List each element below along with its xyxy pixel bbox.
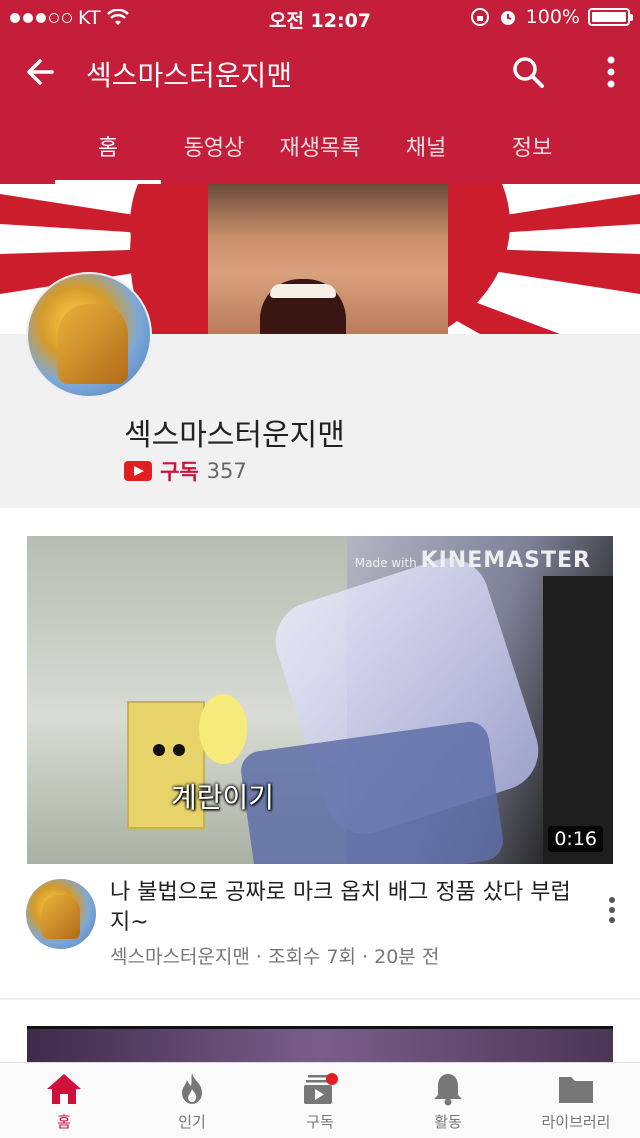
video-more-icon[interactable] bbox=[600, 892, 624, 928]
app-bar: 섹스마스터운지맨 홈 동영상 재생목록 채널 정보 bbox=[0, 36, 640, 184]
video-duration: 0:16 bbox=[548, 826, 603, 852]
back-arrow-icon[interactable] bbox=[22, 52, 62, 92]
banner-face-photo bbox=[208, 184, 448, 334]
youtube-play-icon bbox=[124, 461, 152, 481]
channel-avatar[interactable] bbox=[26, 272, 152, 398]
subscribe-button[interactable]: 구독 357 bbox=[124, 456, 247, 486]
folder-icon bbox=[559, 1077, 593, 1103]
battery-percent: 100% bbox=[525, 6, 580, 28]
more-vert-icon[interactable] bbox=[596, 52, 626, 92]
subscribe-label: 구독 bbox=[160, 460, 199, 484]
status-bar: KT 오전 12:07 100% bbox=[0, 0, 640, 36]
nav-library[interactable]: 라이브러리 bbox=[512, 1063, 640, 1138]
channel-name: 섹스마스터운지맨 bbox=[124, 418, 345, 453]
nav-trending[interactable]: 인기 bbox=[128, 1063, 256, 1138]
nav-activity-label: 활동 bbox=[434, 1113, 462, 1131]
nav-home-label: 홈 bbox=[57, 1113, 71, 1131]
subscriber-count: 357 bbox=[206, 459, 247, 483]
nav-subscriptions[interactable]: 구독 bbox=[256, 1063, 384, 1138]
search-icon[interactable] bbox=[508, 52, 548, 92]
video-title[interactable]: 나 불법으로 공짜로 마크 옵치 배그 정품 샀다 부럽지~ bbox=[110, 878, 580, 938]
nav-home[interactable]: 홈 bbox=[0, 1063, 128, 1138]
status-right: 100% bbox=[470, 6, 633, 28]
nav-activity[interactable]: 활동 bbox=[384, 1063, 512, 1138]
tab-about[interactable]: 정보 bbox=[479, 130, 585, 184]
tab-playlists[interactable]: 재생목록 bbox=[267, 130, 373, 184]
home-icon bbox=[47, 1074, 81, 1104]
bell-icon bbox=[434, 1074, 462, 1106]
nav-trending-label: 인기 bbox=[178, 1113, 206, 1131]
subscriptions-icon bbox=[304, 1073, 338, 1104]
video-thumbnail[interactable]: 계란이기 Made with KINEMASTER 0:16 bbox=[27, 536, 613, 864]
nav-library-label: 라이브러리 bbox=[541, 1113, 611, 1131]
nav-subscriptions-label: 구독 bbox=[306, 1113, 334, 1131]
page-title: 섹스마스터운지맨 bbox=[86, 59, 293, 92]
tab-videos[interactable]: 동영상 bbox=[161, 130, 267, 184]
video-meta: 섹스마스터운지맨 · 조회수 7회 · 20분 전 bbox=[110, 946, 440, 968]
tab-home[interactable]: 홈 bbox=[55, 130, 161, 184]
tab-channels[interactable]: 채널 bbox=[373, 130, 479, 184]
next-video-thumbnail[interactable] bbox=[27, 1026, 613, 1062]
battery-icon bbox=[588, 8, 633, 26]
rotation-lock-icon bbox=[470, 8, 489, 26]
bottom-navigation: 홈 인기 구독 활동 라이브러리 bbox=[0, 1062, 640, 1138]
kinemaster-watermark: Made with KINEMASTER bbox=[354, 548, 591, 573]
channel-tabs: 홈 동영상 재생목록 채널 정보 bbox=[0, 130, 640, 184]
fire-icon bbox=[182, 1073, 202, 1104]
thumbnail-caption: 계란이기 bbox=[171, 781, 275, 814]
alarm-icon bbox=[500, 11, 515, 25]
video-channel-avatar[interactable] bbox=[26, 879, 96, 949]
